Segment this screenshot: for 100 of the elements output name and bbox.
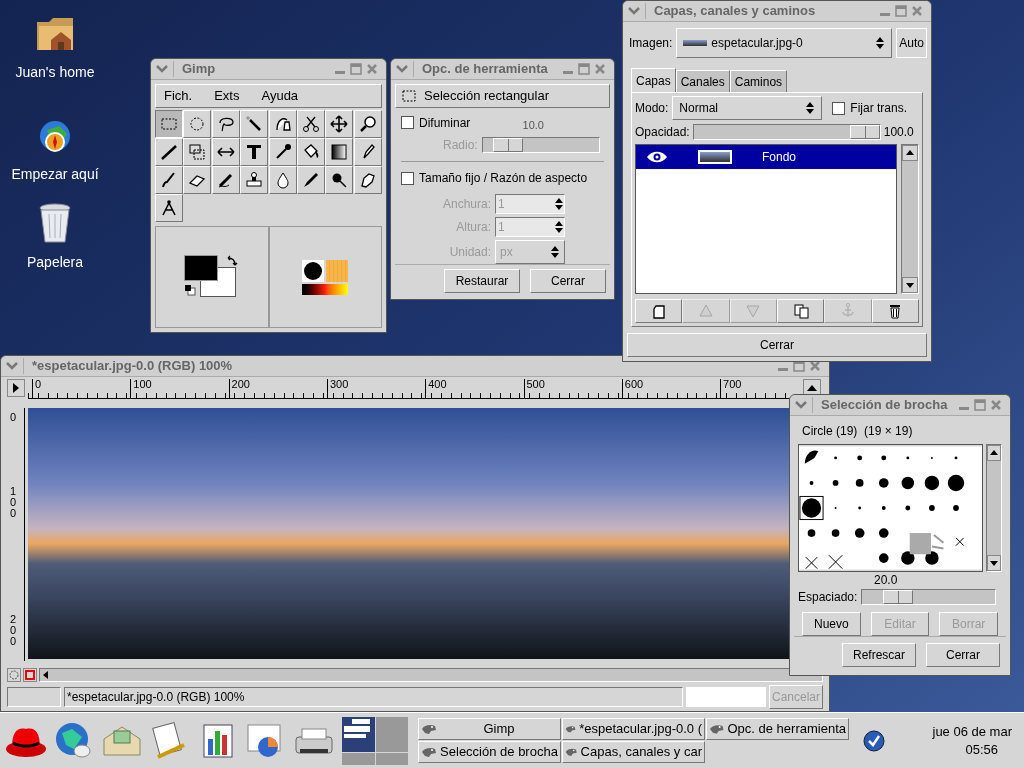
checkmark-circle-icon[interactable] bbox=[863, 729, 885, 752]
animal-head-icon bbox=[565, 746, 578, 758]
brush-name: Circle (19) (19 × 19) bbox=[801, 423, 914, 440]
brush-grid-drawing[interactable] bbox=[798, 444, 983, 572]
slider-track[interactable] bbox=[861, 589, 997, 605]
auto-button[interactable]: Auto bbox=[896, 28, 927, 58]
chevron-down-icon[interactable] bbox=[395, 64, 409, 74]
ruler-label: 0 bbox=[32, 379, 42, 398]
spinner-arrows-icon[interactable] bbox=[554, 220, 564, 234]
brush-preview[interactable] bbox=[302, 259, 325, 282]
slider-value: 20.0 bbox=[873, 574, 899, 586]
chevron-down-icon[interactable] bbox=[794, 400, 808, 410]
two-pages-icon bbox=[792, 302, 809, 320]
mode-dropdown[interactable]: Normal bbox=[672, 96, 823, 120]
desktop-icon-label[interactable]: Juan's home bbox=[15, 62, 95, 83]
checkbox-label: Tamaño fijo / Razón de aspecto bbox=[419, 170, 588, 187]
task-button[interactable]: Gimp bbox=[418, 718, 561, 740]
chevron-down-icon[interactable] bbox=[627, 6, 641, 16]
task-button[interactable]: Capas, canales y car bbox=[562, 741, 705, 763]
checkbox-label: Fijar trans. bbox=[850, 100, 908, 117]
vertical-scrollbar[interactable] bbox=[901, 144, 919, 294]
tool-button[interactable] bbox=[155, 110, 183, 138]
title-bar[interactable]: Gimp bbox=[151, 59, 386, 80]
new-page-icon bbox=[650, 302, 667, 320]
title-bar[interactable]: Opc. de herramienta bbox=[391, 59, 614, 80]
dropdown-arrows-icon[interactable] bbox=[875, 36, 886, 50]
slider-thumb[interactable] bbox=[849, 125, 880, 139]
animal-head-icon bbox=[421, 723, 437, 735]
slider-value: 10.0 bbox=[522, 117, 544, 133]
image-dropdown[interactable]: espetacular.jpg-0 bbox=[676, 28, 893, 58]
dropdown-value: Normal bbox=[679, 100, 720, 117]
eye-icon[interactable] bbox=[646, 150, 668, 164]
compass-measure-icon bbox=[159, 198, 179, 218]
dropdown-value: espetacular.jpg-0 bbox=[711, 35, 804, 52]
field-label: Radio: bbox=[443, 137, 478, 154]
close-button[interactable]: Cerrar bbox=[530, 269, 606, 293]
dropdown-value: px bbox=[500, 244, 514, 261]
brush-action-button[interactable]: Nuevo bbox=[802, 612, 861, 636]
refresh-button[interactable]: Refrescar bbox=[842, 643, 916, 667]
stamp-icon bbox=[244, 170, 265, 190]
thumbnail-placeholder bbox=[683, 40, 708, 46]
close-icon[interactable] bbox=[809, 360, 821, 372]
menu-item[interactable]: Fich. bbox=[164, 86, 193, 106]
dropdown-arrows-icon[interactable] bbox=[805, 101, 816, 115]
dropdown-arrows-icon[interactable] bbox=[550, 245, 560, 259]
field-label: Modo: bbox=[635, 100, 669, 117]
title-bar[interactable]: *espetacular.jpg-0.0 (RGB) 100% bbox=[1, 356, 829, 377]
field-label: Espaciado: bbox=[798, 589, 858, 606]
horizontal-scrollbar[interactable] bbox=[39, 668, 823, 682]
clock-date[interactable]: jue 06 de mar bbox=[932, 722, 1012, 741]
field-label: Unidad: bbox=[448, 244, 491, 261]
tab[interactable]: Canales bbox=[675, 70, 730, 92]
title-bar[interactable]: Selección de brocha bbox=[790, 395, 1010, 416]
reset-button[interactable]: Restaurar bbox=[444, 269, 520, 293]
checkbox[interactable] bbox=[401, 171, 414, 185]
swap-arrows-icon[interactable] bbox=[225, 255, 238, 267]
tab[interactable]: Caminos bbox=[729, 70, 788, 92]
animal-head-icon bbox=[709, 723, 725, 735]
menu-item[interactable]: Exts bbox=[214, 86, 240, 106]
layer-row[interactable]: Fondo bbox=[636, 145, 896, 169]
task-button[interactable]: Opc. de herramienta bbox=[706, 718, 849, 740]
field-label: Imagen: bbox=[628, 35, 673, 52]
close-button[interactable]: Cerrar bbox=[926, 643, 1000, 667]
slider-thumb[interactable] bbox=[882, 590, 913, 604]
task-button[interactable]: Selección de brocha bbox=[418, 741, 561, 763]
field-value: 1 bbox=[497, 219, 506, 236]
slider-value: 100.0 bbox=[883, 124, 914, 141]
task-button[interactable]: *espetacular.jpg-0.0 ( bbox=[562, 718, 705, 740]
slider-track[interactable] bbox=[481, 137, 600, 153]
slider-track[interactable] bbox=[692, 124, 881, 140]
scissors-icon bbox=[300, 114, 321, 134]
desktop-icon-label[interactable]: Empezar aquí bbox=[11, 164, 99, 185]
tab[interactable]: Capas bbox=[631, 68, 676, 92]
menu-item[interactable]: Ayuda bbox=[261, 86, 299, 106]
layer-tool-button[interactable] bbox=[635, 299, 683, 323]
ruler-label: 100 bbox=[10, 486, 18, 519]
field-label: Anchura: bbox=[441, 196, 491, 213]
vertical-scrollbar[interactable] bbox=[986, 444, 1002, 572]
spinner-arrows-icon[interactable] bbox=[554, 197, 564, 211]
default-colors-icon[interactable] bbox=[183, 284, 196, 296]
foreground-color-swatch[interactable] bbox=[183, 255, 218, 281]
ruler-label: 300 bbox=[326, 379, 349, 398]
layer-tool-button[interactable] bbox=[871, 299, 919, 323]
title-bar[interactable]: Capas, canales y caminos bbox=[623, 1, 931, 22]
checkbox[interactable] bbox=[401, 116, 414, 129]
workspace-switcher[interactable] bbox=[342, 716, 408, 765]
chevron-down-icon[interactable] bbox=[5, 361, 19, 371]
checkbox[interactable] bbox=[832, 101, 846, 115]
window-title: *espetacular.jpg-0.0 (RGB) 100% bbox=[31, 357, 234, 376]
ruler-label: 200 bbox=[228, 379, 250, 398]
close-button[interactable]: Cerrar bbox=[627, 333, 927, 357]
chevron-down-icon[interactable] bbox=[155, 64, 169, 74]
desktop-icon-label[interactable]: Papelera bbox=[26, 252, 83, 273]
ruler-label: 100 bbox=[130, 379, 152, 398]
layer-thumbnail bbox=[698, 150, 732, 164]
crop-frame-icon bbox=[187, 142, 208, 162]
animal-head-icon bbox=[565, 723, 577, 735]
clock-time[interactable]: 05:56 bbox=[965, 740, 1012, 759]
gradient-preview[interactable] bbox=[302, 283, 349, 295]
move-arrows-icon bbox=[329, 114, 350, 134]
